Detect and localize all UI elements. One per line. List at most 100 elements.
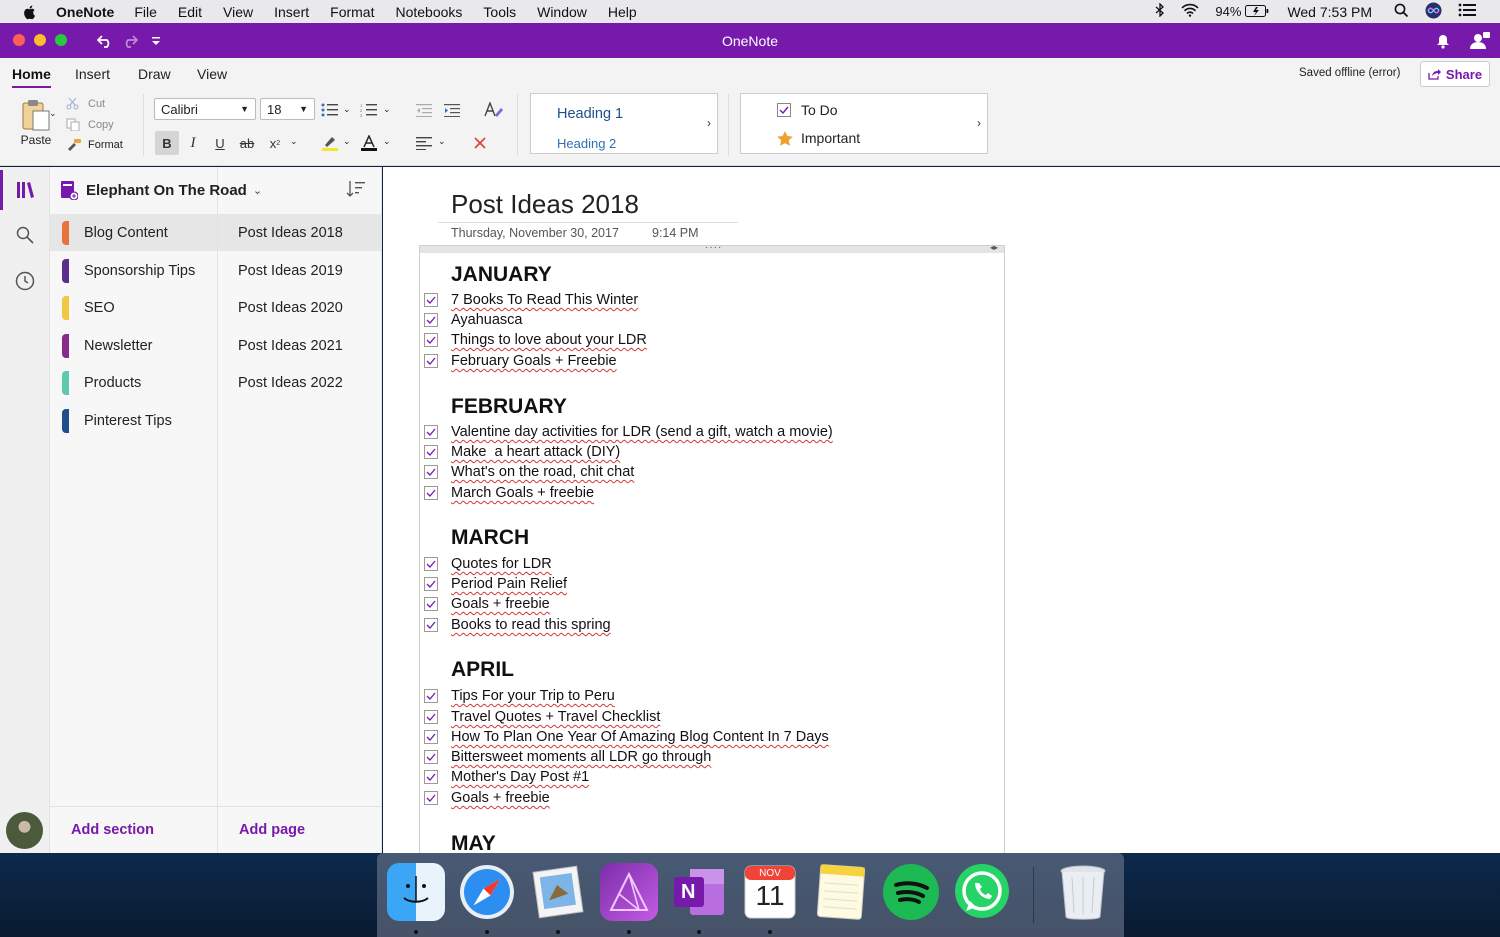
avatar[interactable]	[6, 812, 43, 849]
todo-checkbox[interactable]	[424, 618, 438, 632]
menu-format[interactable]: Format	[330, 4, 374, 20]
notebook-name-dropdown[interactable]: Elephant On The Road	[86, 182, 247, 199]
highlight-chevron-icon[interactable]: ⌄	[343, 136, 351, 147]
todo-checkbox[interactable]	[424, 465, 438, 479]
customize-toolbar-icon[interactable]	[146, 31, 166, 51]
tags-gallery[interactable]: To Do Important ›	[740, 93, 988, 154]
section-sponsorship-tips[interactable]: Sponsorship Tips	[50, 252, 217, 289]
todo-text[interactable]: Make a heart attack (DIY)	[451, 444, 620, 460]
todo-checkbox[interactable]	[424, 730, 438, 744]
month-heading[interactable]: JANUARY	[451, 263, 552, 287]
align-button[interactable]	[412, 131, 436, 155]
cut-button[interactable]: Cut	[66, 98, 105, 110]
menu-insert[interactable]: Insert	[274, 4, 309, 20]
menu-edit[interactable]: Edit	[178, 4, 202, 20]
month-heading[interactable]: MARCH	[451, 526, 529, 550]
todo-checkbox[interactable]	[424, 557, 438, 571]
onenote-icon[interactable]: N	[670, 863, 728, 921]
menu-tools[interactable]: Tools	[483, 4, 516, 20]
section-products[interactable]: Products	[50, 364, 217, 401]
bullets-chevron-icon[interactable]: ⌄	[343, 104, 351, 115]
todo-checkbox[interactable]	[424, 770, 438, 784]
share-button[interactable]: Share	[1420, 61, 1490, 87]
todo-text[interactable]: Quotes for LDR	[451, 556, 552, 572]
bluetooth-icon[interactable]	[1155, 2, 1165, 20]
todo-checkbox[interactable]	[424, 689, 438, 703]
notebooks-icon[interactable]	[14, 179, 36, 201]
decrease-indent-button[interactable]	[412, 98, 436, 122]
menu-file[interactable]: File	[134, 4, 157, 20]
tab-insert[interactable]: Insert	[75, 66, 110, 82]
recent-clock-icon[interactable]	[14, 270, 36, 292]
finder-icon[interactable]	[387, 863, 445, 921]
todo-checkbox[interactable]	[424, 486, 438, 500]
chevron-right-icon[interactable]: ›	[707, 116, 711, 130]
todo-text[interactable]: How To Plan One Year Of Amazing Blog Con…	[451, 729, 829, 745]
todo-text[interactable]: Ayahuasca	[451, 312, 522, 328]
wifi-icon[interactable]	[1181, 3, 1199, 20]
clear-formatting-button[interactable]	[468, 131, 492, 155]
heading-styles-gallery[interactable]: Heading 1 Heading 2 ›	[530, 93, 718, 154]
page-item[interactable]: Post Ideas 2019	[218, 252, 381, 289]
todo-checkbox[interactable]	[424, 313, 438, 327]
todo-text[interactable]: Books to read this spring	[451, 617, 611, 633]
numbering-chevron-icon[interactable]: ⌄	[383, 104, 391, 115]
section-seo[interactable]: SEO	[50, 289, 217, 326]
todo-text[interactable]: Valentine day activities for LDR (send a…	[451, 424, 833, 440]
todo-item[interactable]: Valentine day activities for LDR (send a…	[424, 422, 833, 442]
todo-text[interactable]: Travel Quotes + Travel Checklist	[451, 709, 660, 725]
close-window-button[interactable]	[13, 34, 25, 46]
todo-checkbox[interactable]	[424, 425, 438, 439]
notifications-bell-icon[interactable]	[1433, 31, 1453, 51]
container-drag-handle[interactable]: ···· ◂▸	[420, 242, 1004, 253]
todo-item[interactable]: Books to read this spring	[424, 615, 611, 635]
calendar-icon[interactable]: NOV 11	[741, 863, 799, 921]
siri-icon[interactable]	[1425, 2, 1442, 22]
todo-text[interactable]: Bittersweet moments all LDR go through	[451, 749, 711, 765]
todo-text[interactable]: Things to love about your LDR	[451, 332, 647, 348]
section-newsletter[interactable]: Newsletter	[50, 327, 217, 364]
menu-window[interactable]: Window	[537, 4, 587, 20]
subscript-chevron-icon[interactable]: ⌄	[290, 136, 298, 147]
minimize-window-button[interactable]	[34, 34, 46, 46]
tab-home[interactable]: Home	[12, 66, 51, 88]
highlight-button[interactable]	[318, 131, 342, 155]
zoom-window-button[interactable]	[55, 34, 67, 46]
month-heading[interactable]: FEBRUARY	[451, 395, 567, 419]
todo-text[interactable]: Period Pain Relief	[451, 576, 567, 592]
chevron-down-icon[interactable]: ⌄	[253, 184, 262, 197]
apple-icon[interactable]	[22, 4, 38, 20]
increase-indent-button[interactable]	[440, 98, 464, 122]
menu-notebooks[interactable]: Notebooks	[395, 4, 462, 20]
todo-item[interactable]: 7 Books To Read This Winter	[424, 290, 638, 310]
todo-item[interactable]: Ayahuasca	[424, 310, 522, 330]
menu-app-name[interactable]: OneNote	[56, 4, 114, 20]
section-pinterest-tips[interactable]: Pinterest Tips	[50, 402, 217, 439]
todo-checkbox[interactable]	[424, 445, 438, 459]
sort-pages-icon[interactable]	[346, 180, 366, 198]
todo-item[interactable]: Bittersweet moments all LDR go through	[424, 747, 711, 767]
font-size-select[interactable]: 18 ▼	[260, 98, 315, 120]
todo-item[interactable]: Quotes for LDR	[424, 554, 552, 574]
todo-checkbox[interactable]	[424, 293, 438, 307]
todo-item[interactable]: Things to love about your LDR	[424, 330, 647, 350]
todo-text[interactable]: Mother's Day Post #1	[451, 769, 589, 785]
page-item[interactable]: Post Ideas 2021	[218, 327, 381, 364]
menubar-clock[interactable]: Wed 7:53 PM	[1287, 4, 1372, 20]
todo-item[interactable]: Goals + freebie	[424, 594, 550, 614]
align-chevron-icon[interactable]: ⌄	[438, 136, 446, 147]
resize-handle-icon[interactable]: ◂▸	[990, 243, 998, 252]
todo-text[interactable]: March Goals + freebie	[451, 485, 594, 501]
bullets-button[interactable]	[318, 98, 342, 122]
todo-item[interactable]: March Goals + freebie	[424, 483, 594, 503]
todo-checkbox[interactable]	[424, 577, 438, 591]
strikethrough-button[interactable]: ab	[235, 131, 259, 155]
todo-checkbox[interactable]	[424, 750, 438, 764]
font-color-chevron-icon[interactable]: ⌄	[383, 136, 391, 147]
month-heading[interactable]: MAY	[451, 832, 496, 853]
todo-checkbox[interactable]	[424, 333, 438, 347]
todo-checkbox[interactable]	[424, 710, 438, 724]
page-canvas[interactable]: Post Ideas 2018 Thursday, November 30, 2…	[383, 167, 1500, 853]
todo-text[interactable]: Tips For your Trip to Peru	[451, 688, 615, 704]
paste-button[interactable]: Paste	[12, 98, 60, 150]
